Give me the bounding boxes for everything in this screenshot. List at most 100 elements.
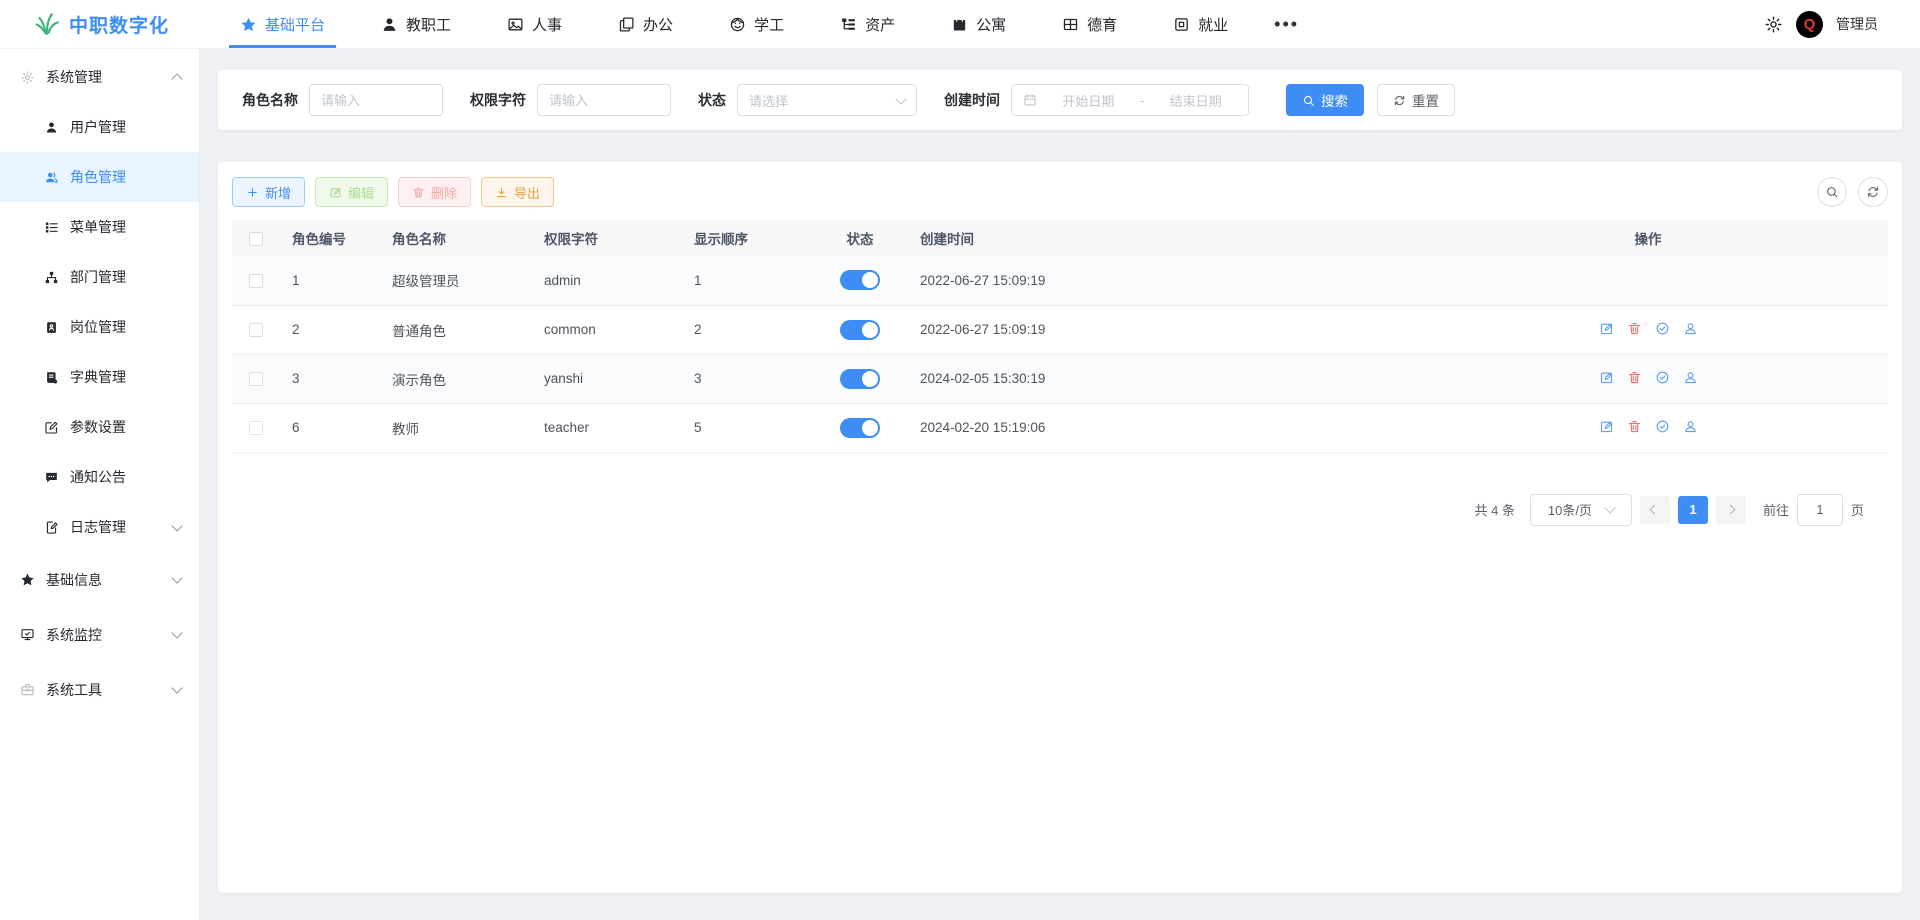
tab-hr[interactable]: 人事 (490, 0, 579, 48)
start-date-placeholder: 开始日期 (1047, 91, 1130, 110)
row-auth-check-icon[interactable] (1655, 321, 1670, 336)
sidebar-item-dict-management[interactable]: 字典管理 (0, 352, 199, 402)
row-delete-icon[interactable] (1627, 370, 1642, 385)
sidebar-group-system-management[interactable]: 系统管理 (0, 52, 199, 102)
tab-apartment[interactable]: 公寓 (934, 0, 1023, 48)
perm-key-input[interactable] (537, 84, 671, 116)
status-toggle[interactable] (840, 320, 880, 340)
pagination: 共 4 条 10条/页 1 前往 页 (232, 494, 1888, 526)
office-icon (618, 16, 635, 33)
sidebar-group-system-tools[interactable]: 系统工具 (0, 662, 199, 717)
status-select[interactable]: 请选择 (737, 84, 917, 116)
total-count: 共 4 条 (1475, 500, 1515, 519)
reset-button[interactable]: 重置 (1377, 84, 1455, 116)
status-toggle[interactable] (840, 418, 880, 438)
date-separator: - (1140, 93, 1144, 108)
date-range-picker[interactable]: 开始日期 - 结束日期 (1011, 84, 1249, 116)
row-checkbox[interactable] (249, 421, 263, 435)
page-number-button[interactable]: 1 (1678, 496, 1708, 524)
goto-page-input[interactable] (1797, 494, 1843, 526)
end-date-placeholder: 结束日期 (1154, 91, 1237, 110)
chevron-down-icon (171, 520, 182, 531)
status-toggle[interactable] (840, 270, 880, 290)
plus-icon (246, 186, 259, 199)
tab-more[interactable]: ••• (1264, 0, 1309, 48)
tab-platform[interactable]: 基础平台 (223, 0, 342, 48)
row-delete-icon[interactable] (1627, 419, 1642, 434)
toolbox-icon (20, 682, 35, 697)
avatar[interactable]: Q (1796, 11, 1823, 38)
chevron-down-icon (171, 682, 182, 693)
edit-icon (44, 420, 59, 435)
field-create-time: 创建时间 开始日期 - 结束日期 (944, 84, 1249, 116)
sidebar-item-param-settings[interactable]: 参数设置 (0, 402, 199, 452)
chevron-down-icon (171, 572, 182, 583)
export-button[interactable]: 导出 (481, 177, 554, 207)
sidebar-item-role-management[interactable]: 角色管理 (0, 152, 199, 202)
page-size-select[interactable]: 10条/页 (1530, 494, 1632, 526)
show-search-button[interactable] (1817, 177, 1847, 207)
row-auth-check-icon[interactable] (1655, 370, 1670, 385)
role-table-card: 新增 编辑 删除 导出 (218, 162, 1902, 893)
current-user-name[interactable]: 管理员 (1836, 14, 1878, 34)
col-status: 状态 (812, 220, 908, 256)
tab-moral[interactable]: 德育 (1045, 0, 1134, 48)
row-checkbox[interactable] (249, 274, 263, 288)
tab-asset[interactable]: 资产 (823, 0, 912, 48)
row-delete-icon[interactable] (1627, 321, 1642, 336)
monitor-icon (20, 627, 35, 642)
refresh-table-button[interactable] (1858, 177, 1888, 207)
chevron-down-icon (1604, 502, 1615, 513)
add-button[interactable]: 新增 (232, 177, 305, 207)
role-name-label: 角色名称 (242, 90, 298, 110)
row-assign-user-icon[interactable] (1683, 321, 1698, 336)
sidebar-item-notice[interactable]: 通知公告 (0, 452, 199, 502)
table-row: 6 教师 teacher 5 2024-02-20 15:19:06 (232, 403, 1888, 452)
row-edit-icon[interactable] (1599, 419, 1614, 434)
status-toggle[interactable] (840, 369, 880, 389)
page-unit-label: 页 (1851, 500, 1864, 519)
row-edit-icon[interactable] (1599, 321, 1614, 336)
gear-icon (20, 70, 35, 85)
star-icon (240, 16, 257, 33)
search-icon (1825, 185, 1839, 199)
refresh-icon (1866, 185, 1880, 199)
tab-office[interactable]: 办公 (601, 0, 690, 48)
sidebar-item-menu-management[interactable]: 菜单管理 (0, 202, 199, 252)
user-icon (44, 120, 59, 135)
row-assign-user-icon[interactable] (1683, 419, 1698, 434)
status-label: 状态 (698, 90, 726, 110)
main-content: 角色名称 权限字符 状态 请选择 创建时间 开始日期 - 结束日期 搜索 (200, 49, 1920, 920)
search-button[interactable]: 搜索 (1286, 84, 1364, 116)
sidebar-group-log-management[interactable]: 日志管理 (0, 502, 199, 552)
row-assign-user-icon[interactable] (1683, 370, 1698, 385)
col-actions: 操作 (1408, 220, 1888, 256)
tab-employment[interactable]: 就业 (1156, 0, 1245, 48)
sidebar-group-system-monitor[interactable]: 系统监控 (0, 607, 199, 662)
row-checkbox[interactable] (249, 372, 263, 386)
settings-gear-icon[interactable] (1764, 15, 1783, 34)
sidebar: 系统管理 用户管理 角色管理 菜单管理 部门管理 岗位管理 字典管理 参数设置 … (0, 49, 200, 920)
row-checkbox[interactable] (249, 323, 263, 337)
tab-staff[interactable]: 教职工 (364, 0, 468, 48)
delete-button[interactable]: 删除 (398, 177, 471, 207)
prev-page-button[interactable] (1640, 496, 1670, 524)
teacher-icon (381, 16, 398, 33)
sidebar-item-dept-management[interactable]: 部门管理 (0, 252, 199, 302)
create-time-label: 创建时间 (944, 90, 1000, 110)
select-all-checkbox[interactable] (249, 232, 263, 246)
chevron-up-icon (171, 73, 182, 84)
student-icon (729, 16, 746, 33)
next-page-button[interactable] (1716, 496, 1746, 524)
app-logo: 中职数字化 (0, 11, 212, 38)
row-auth-check-icon[interactable] (1655, 419, 1670, 434)
sidebar-item-post-management[interactable]: 岗位管理 (0, 302, 199, 352)
chevron-down-icon (895, 93, 906, 104)
sidebar-item-user-management[interactable]: 用户管理 (0, 102, 199, 152)
col-role-name: 角色名称 (380, 220, 532, 256)
role-name-input[interactable] (309, 84, 443, 116)
row-edit-icon[interactable] (1599, 370, 1614, 385)
edit-button[interactable]: 编辑 (315, 177, 388, 207)
sidebar-group-basic-info[interactable]: 基础信息 (0, 552, 199, 607)
tab-student[interactable]: 学工 (712, 0, 801, 48)
